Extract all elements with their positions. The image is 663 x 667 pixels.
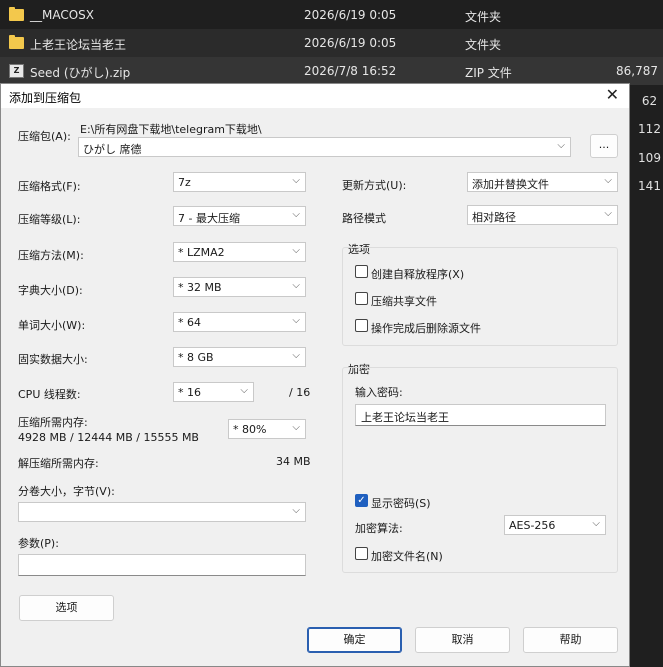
- params-input[interactable]: [18, 554, 306, 576]
- ok-button[interactable]: 确定: [307, 627, 402, 653]
- cpu-select[interactable]: * 16 ⌵: [173, 382, 254, 402]
- folder-icon: [9, 7, 24, 21]
- chevron-down-icon: ⌵: [292, 350, 300, 361]
- format-select[interactable]: 7z ⌵: [173, 172, 306, 192]
- solid-value: * 8 GB: [178, 351, 214, 364]
- show-password-checkbox[interactable]: ✓: [355, 494, 368, 507]
- enc-method-select[interactable]: AES-256 ⌵: [504, 515, 606, 535]
- mem-percent-value: * 80%: [233, 423, 267, 436]
- encrypt-names-checkbox[interactable]: [355, 547, 368, 560]
- browse-button[interactable]: ...: [590, 134, 618, 158]
- params-label: 参数(P):: [18, 537, 59, 550]
- file-row-zip[interactable]: Z Seed (ひがし).zip 2026/7/8 16:52 ZIP 文件 8…: [0, 57, 663, 85]
- decomp-label: 解压缩所需内存:: [18, 457, 99, 470]
- file-date: 2026/7/8 16:52: [304, 64, 397, 78]
- file-size-partial: 141: [638, 179, 661, 193]
- enc-method-label: 加密算法:: [355, 522, 403, 535]
- path-label: 路径模式: [342, 212, 386, 225]
- file-name: Seed (ひがし).zip: [30, 66, 131, 80]
- sfx-label: 创建自释放程序(X): [371, 268, 465, 281]
- chevron-down-icon: ⌵: [292, 422, 300, 433]
- close-icon[interactable]: ✕: [606, 85, 619, 104]
- password-label: 输入密码:: [355, 386, 403, 399]
- solid-select[interactable]: * 8 GB ⌵: [173, 347, 306, 367]
- file-date: 2026/6/19 0:05: [304, 36, 397, 50]
- help-button[interactable]: 帮助: [523, 627, 618, 653]
- method-label: 压缩方法(M):: [18, 249, 84, 262]
- decomp-value: 34 MB: [276, 455, 311, 468]
- file-size-partial: 109: [638, 151, 661, 165]
- archive-path: E:\所有网盘下载地\telegram下载地\: [80, 123, 262, 136]
- update-label: 更新方式(U):: [342, 179, 407, 192]
- file-type: 文件夹: [465, 38, 502, 52]
- word-value: * 64: [178, 316, 201, 329]
- method-value: * LZMA2: [178, 246, 225, 259]
- zip-file-icon: Z: [9, 64, 24, 78]
- dict-select[interactable]: * 32 MB ⌵: [173, 277, 306, 297]
- dict-value: * 32 MB: [178, 281, 222, 294]
- file-date: 2026/6/19 0:05: [304, 8, 397, 22]
- level-select[interactable]: 7 - 最大压缩 ⌵: [173, 206, 306, 226]
- shared-checkbox[interactable]: [355, 292, 368, 305]
- update-value: 添加并替换文件: [472, 178, 549, 191]
- file-type: 文件夹: [465, 10, 502, 24]
- archive-name-value: ひがし 席德: [83, 143, 142, 156]
- file-size-partial: 112: [638, 122, 661, 136]
- file-row-macosx[interactable]: __MACOSX 2026/6/19 0:05 文件夹: [0, 1, 663, 29]
- options-button[interactable]: 选项: [19, 595, 114, 621]
- dict-label: 字典大小(D):: [18, 284, 83, 297]
- file-name: 上老王论坛当老王: [30, 38, 127, 52]
- add-to-archive-dialog: 添加到压缩包 ✕ 压缩包(A): E:\所有网盘下载地\telegram下载地\…: [0, 83, 630, 667]
- chevron-down-icon: ⌵: [292, 209, 300, 220]
- cpu-max: / 16: [289, 386, 311, 399]
- encrypt-names-label: 加密文件名(N): [371, 550, 443, 563]
- enc-method-value: AES-256: [509, 519, 556, 532]
- cancel-button[interactable]: 取消: [415, 627, 510, 653]
- chevron-down-icon: ⌵: [292, 505, 300, 516]
- archive-label: 压缩包(A):: [18, 130, 71, 143]
- mem-label: 压缩所需内存:: [18, 416, 88, 429]
- password-input[interactable]: 上老王论坛当老王: [355, 404, 606, 426]
- split-label: 分卷大小，字节(V):: [18, 485, 115, 498]
- file-row-folder[interactable]: 上老王论坛当老王 2026/6/19 0:05 文件夹: [0, 29, 663, 57]
- format-value: 7z: [178, 176, 191, 189]
- update-select[interactable]: 添加并替换文件 ⌵: [467, 172, 618, 192]
- chevron-down-icon: ⌵: [604, 175, 612, 186]
- sfx-checkbox[interactable]: [355, 265, 368, 278]
- delete-source-label: 操作完成后删除源文件: [371, 322, 481, 335]
- chevron-down-icon: ⌵: [557, 140, 565, 151]
- archive-name-combo[interactable]: ひがし 席德 ⌵: [78, 137, 571, 157]
- level-value: 7 - 最大压缩: [178, 212, 240, 225]
- chevron-down-icon: ⌵: [292, 280, 300, 291]
- path-select[interactable]: 相对路径 ⌵: [467, 205, 618, 225]
- cpu-value: * 16: [178, 386, 201, 399]
- file-type: ZIP 文件: [465, 66, 512, 80]
- shared-label: 压缩共享文件: [371, 295, 437, 308]
- folder-icon: [9, 35, 24, 49]
- word-label: 单词大小(W):: [18, 319, 86, 332]
- solid-label: 固实数据大小:: [18, 353, 88, 366]
- cpu-label: CPU 线程数:: [18, 388, 81, 401]
- chevron-down-icon: ⌵: [292, 245, 300, 256]
- mem-value: 4928 MB / 12444 MB / 15555 MB: [18, 431, 199, 444]
- chevron-down-icon: ⌵: [292, 175, 300, 186]
- mem-percent-select[interactable]: * 80% ⌵: [228, 419, 306, 439]
- word-select[interactable]: * 64 ⌵: [173, 312, 306, 332]
- chevron-down-icon: ⌵: [292, 315, 300, 326]
- file-name: __MACOSX: [30, 8, 95, 22]
- chevron-down-icon: ⌵: [240, 385, 248, 396]
- format-label: 压缩格式(F):: [18, 180, 81, 193]
- split-select[interactable]: ⌵: [18, 502, 306, 522]
- file-size: 86,787: [616, 64, 658, 78]
- dialog-titlebar: 添加到压缩包 ✕: [1, 84, 629, 108]
- method-select[interactable]: * LZMA2 ⌵: [173, 242, 306, 262]
- dialog-title: 添加到压缩包: [9, 91, 82, 105]
- delete-source-checkbox[interactable]: [355, 319, 368, 332]
- level-label: 压缩等级(L):: [18, 213, 81, 226]
- chevron-down-icon: ⌵: [592, 518, 600, 529]
- file-size-partial: 62: [641, 94, 658, 108]
- chevron-down-icon: ⌵: [604, 208, 612, 219]
- show-password-label: 显示密码(S): [371, 497, 431, 510]
- path-value: 相对路径: [472, 211, 516, 224]
